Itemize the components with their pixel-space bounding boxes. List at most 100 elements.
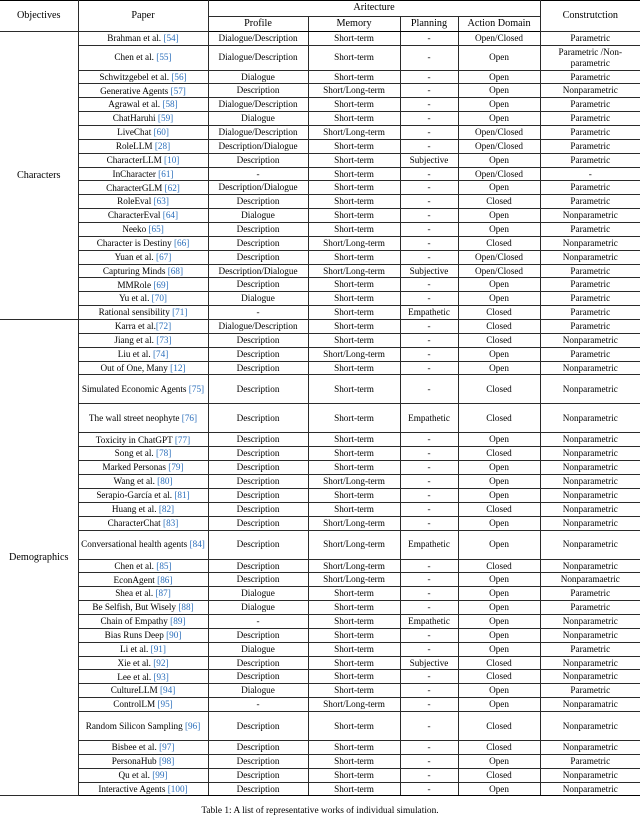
paper-title: Interactive Agents <box>98 783 168 794</box>
citation-ref[interactable]: [56] <box>171 72 186 82</box>
cell-memory: Short-term <box>307 600 401 615</box>
citation-ref[interactable]: [57] <box>171 86 186 96</box>
paper-title: Neeko <box>122 224 149 235</box>
cell-planning: - <box>399 710 459 741</box>
cell-memory: Short-term <box>307 305 401 321</box>
paper-title: PersonaHub <box>111 755 159 766</box>
citation-ref[interactable]: [55] <box>156 52 171 62</box>
cell-action-domain: Open <box>457 180 541 196</box>
cell-planning: - <box>399 487 459 503</box>
citation-ref[interactable]: [81] <box>174 490 189 500</box>
citation-ref[interactable]: [63] <box>154 196 169 206</box>
cell-action-domain: Open <box>457 360 541 376</box>
cell-memory: Short-term <box>307 97 401 113</box>
citation-ref[interactable]: [87] <box>156 588 171 598</box>
cell-planning: Subjective <box>399 152 459 168</box>
citation-ref[interactable]: [75] <box>189 384 204 394</box>
citation-ref[interactable]: [80] <box>157 476 172 486</box>
citation-ref[interactable]: [93] <box>153 672 168 682</box>
citation-ref[interactable]: [95] <box>157 699 172 709</box>
citation-ref[interactable]: [83] <box>163 518 178 528</box>
citation-ref[interactable]: [73] <box>156 335 171 345</box>
citation-ref[interactable]: [58] <box>162 99 177 109</box>
citation-ref[interactable]: [64] <box>163 210 178 220</box>
citation-ref[interactable]: [82] <box>159 504 174 514</box>
citation-ref[interactable]: [85] <box>156 561 171 571</box>
citation-ref[interactable]: [98] <box>159 756 174 766</box>
cell-construction: Parametric <box>539 97 640 113</box>
cell-planning: - <box>399 69 459 85</box>
citation-ref[interactable]: [28] <box>155 141 170 151</box>
citation-ref[interactable]: [88] <box>178 602 193 612</box>
table-row: EconAgent [86] Description Short/Long-term… <box>0 572 640 588</box>
citation-ref[interactable]: [84] <box>190 539 205 549</box>
citation-ref[interactable]: [72] <box>156 321 171 331</box>
cell-paper: CultureLLM [94] <box>78 683 209 699</box>
cell-memory: Short/Long-term <box>307 83 401 99</box>
citation-ref[interactable]: [96] <box>185 721 200 731</box>
citation-ref[interactable]: [70] <box>152 293 167 303</box>
cell-planning: - <box>399 515 459 531</box>
citation-ref[interactable]: [94] <box>160 685 175 695</box>
citation-ref[interactable]: [66] <box>174 238 189 248</box>
citation-ref[interactable]: [79] <box>168 462 183 472</box>
cell-memory: Short-term <box>307 44 401 71</box>
cell-construction: Parametric <box>539 125 640 140</box>
citation-ref[interactable]: [69] <box>153 280 168 290</box>
cell-action-domain: Open/Closed <box>457 263 541 279</box>
cell-memory: Short-term <box>307 249 401 265</box>
citation-ref[interactable]: [76] <box>182 413 197 423</box>
citation-ref[interactable]: [77] <box>175 435 190 445</box>
citation-ref[interactable]: [68] <box>168 266 183 276</box>
cell-profile: Description <box>207 194 309 210</box>
cell-construction: Nonparametric <box>539 446 640 462</box>
cell-action-domain: Open <box>457 683 541 699</box>
cell-paper: Marked Personas [79] <box>78 460 209 476</box>
cell-planning: - <box>399 781 459 797</box>
cell-action-domain: Closed <box>457 710 541 741</box>
citation-ref[interactable]: [90] <box>166 630 181 640</box>
paper-title: Character is Destiny <box>96 238 174 249</box>
cell-action-domain: Closed <box>457 374 541 405</box>
cell-paper: LiveChat [60] <box>78 125 209 140</box>
table-row: Bias Runs Deep [90] Description Short-term… <box>0 627 640 643</box>
table-row: Characters Brahman et al. [54] Dialogue/De… <box>0 30 640 321</box>
citation-ref[interactable]: [97] <box>159 742 174 752</box>
cell-planning: - <box>399 194 459 210</box>
citation-ref[interactable]: [92] <box>153 658 168 668</box>
cell-paper: Chain of Empathy [89] <box>78 613 209 629</box>
cell-profile: - <box>207 697 309 712</box>
cell-memory: Short-term <box>307 669 401 685</box>
cell-planning: - <box>399 235 459 251</box>
citation-ref[interactable]: [61] <box>158 169 173 179</box>
citation-ref[interactable]: [62] <box>165 183 180 193</box>
citation-ref[interactable]: [74] <box>153 349 168 359</box>
citation-ref[interactable]: [71] <box>172 307 187 317</box>
citation-ref[interactable]: [54] <box>163 33 178 43</box>
cell-paper: CharacterGLM [62] <box>78 180 209 196</box>
citation-ref[interactable]: [89] <box>170 616 185 626</box>
citation-ref[interactable]: [91] <box>151 644 166 654</box>
citation-ref[interactable]: [59] <box>158 113 173 123</box>
citation-ref[interactable]: [60] <box>154 127 169 137</box>
citation-ref[interactable]: [78] <box>156 448 171 458</box>
cell-construction: Nonparametric <box>539 474 640 489</box>
citation-ref[interactable]: [99] <box>152 770 167 780</box>
cell-profile: Dialogue/Description <box>207 44 309 71</box>
citation-ref[interactable]: [67] <box>156 252 171 262</box>
cell-paper: MMRole [69] <box>78 277 209 293</box>
paper-title: Rational sensibility <box>98 307 173 318</box>
column-header-planning: Planning <box>399 15 459 32</box>
citation-ref[interactable]: [12] <box>170 363 185 373</box>
citation-ref[interactable]: [86] <box>157 575 172 585</box>
citation-ref[interactable]: [100] <box>168 784 188 794</box>
cell-paper: Shea et al. [87] <box>78 586 209 602</box>
citation-ref[interactable]: [65] <box>148 224 163 234</box>
citation-ref[interactable]: [10] <box>164 155 179 165</box>
table-row: Xie et al. [92] Description Short-term Subj… <box>0 655 640 671</box>
cell-construction: Nonparametric <box>539 710 640 741</box>
cell-planning: - <box>399 697 459 712</box>
cell-construction: Parametric <box>539 291 640 307</box>
cell-memory: Short/Long-term <box>307 515 401 531</box>
cell-profile: Dialogue <box>207 69 309 85</box>
